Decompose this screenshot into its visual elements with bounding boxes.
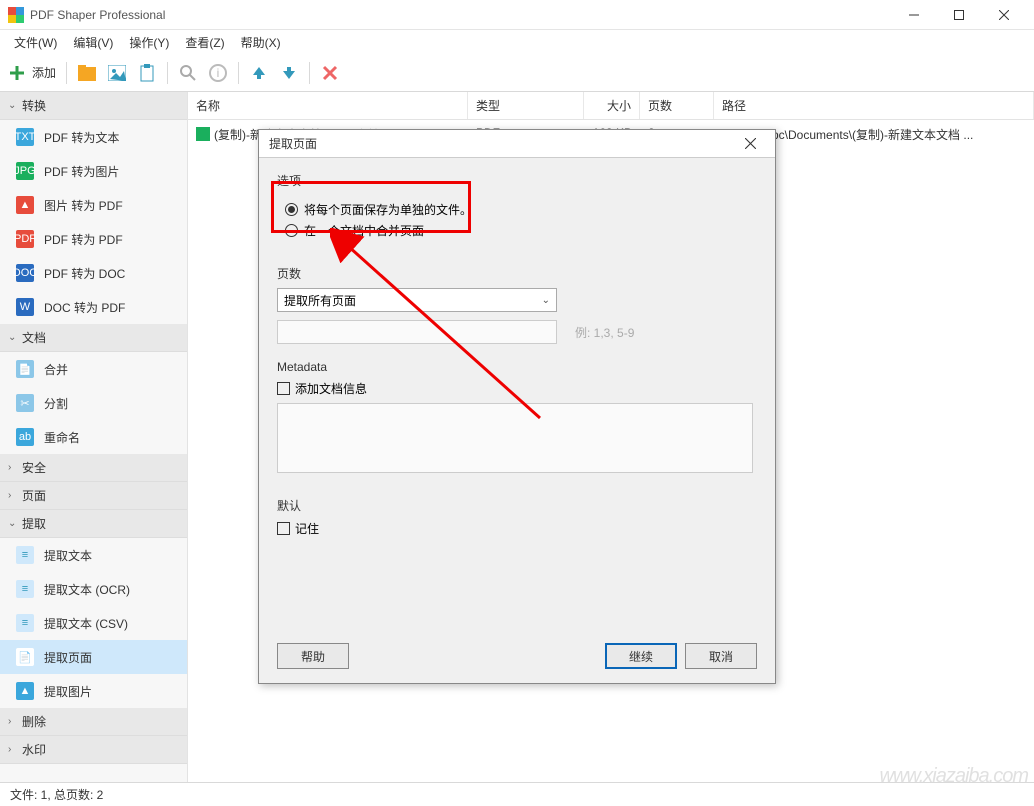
dialog-title: 提取页面 xyxy=(269,135,735,152)
clipboard-icon[interactable] xyxy=(137,63,157,83)
separator xyxy=(66,62,67,84)
default-legend: 默认 xyxy=(277,497,757,514)
menubar: 文件(W) 编辑(V) 操作(Y) 查看(Z) 帮助(X) xyxy=(0,30,1034,54)
info-icon[interactable]: i xyxy=(208,63,228,83)
watermark: www.xiazaiba.com xyxy=(879,765,1028,788)
sidebar-item-extract-images[interactable]: ▲提取图片 xyxy=(0,674,187,708)
delete-icon[interactable] xyxy=(320,63,340,83)
checkbox-add-doc-info[interactable]: 添加文档信息 xyxy=(277,380,757,397)
radio-icon xyxy=(285,203,298,216)
group-watermark[interactable]: ›水印 xyxy=(0,736,187,764)
sidebar-item-image-to-pdf[interactable]: ▲图片 转为 PDF xyxy=(0,188,187,222)
app-logo-icon xyxy=(8,7,24,23)
sidebar-item-doc-to-pdf[interactable]: WDOC 转为 PDF xyxy=(0,290,187,324)
metadata-legend: Metadata xyxy=(277,360,757,374)
separator xyxy=(309,62,310,84)
image-icon[interactable] xyxy=(107,63,127,83)
radio-icon xyxy=(285,224,298,237)
separator xyxy=(238,62,239,84)
group-delete[interactable]: ›删除 xyxy=(0,708,187,736)
sidebar-item-merge[interactable]: 📄合并 xyxy=(0,352,187,386)
pages-legend: 页数 xyxy=(277,265,757,282)
metadata-textarea[interactable] xyxy=(277,403,753,473)
window-title: PDF Shaper Professional xyxy=(30,8,891,22)
folder-icon[interactable] xyxy=(77,63,97,83)
checkbox-icon xyxy=(277,522,290,535)
pdf-file-icon xyxy=(196,127,210,141)
separator xyxy=(167,62,168,84)
extract-pages-dialog: 提取页面 选项 将每个页面保存为单独的文件。 在一个文档中合并页面 页数 提取所… xyxy=(258,129,776,684)
pages-input[interactable] xyxy=(277,320,557,344)
sidebar: ⌄转换 TXTPDF 转为文本 JPGPDF 转为图片 ▲图片 转为 PDF P… xyxy=(0,92,188,782)
titlebar: PDF Shaper Professional xyxy=(0,0,1034,30)
chevron-down-icon: ⌄ xyxy=(542,295,550,306)
sidebar-item-pdf-to-pdf[interactable]: PDFPDF 转为 PDF xyxy=(0,222,187,256)
group-convert[interactable]: ⌄转换 xyxy=(0,92,187,120)
group-extract[interactable]: ⌄提取 xyxy=(0,510,187,538)
group-page[interactable]: ›页面 xyxy=(0,482,187,510)
close-button[interactable] xyxy=(981,1,1026,29)
sidebar-item-extract-pages[interactable]: 📄提取页面 xyxy=(0,640,187,674)
col-pages[interactable]: 页数 xyxy=(640,92,714,119)
radio-merge-one[interactable]: 在一个文档中合并页面 xyxy=(285,220,749,241)
sidebar-item-pdf-to-image[interactable]: JPGPDF 转为图片 xyxy=(0,154,187,188)
pages-select[interactable]: 提取所有页面⌄ xyxy=(277,288,557,312)
dialog-titlebar: 提取页面 xyxy=(259,130,775,158)
dialog-close-button[interactable] xyxy=(735,132,765,156)
plus-icon xyxy=(8,64,26,82)
svg-text:i: i xyxy=(217,66,220,80)
pages-placeholder: 例: 1,3, 5-9 xyxy=(575,324,634,341)
menu-help[interactable]: 帮助(X) xyxy=(233,31,289,54)
checkbox-icon xyxy=(277,382,290,395)
col-path[interactable]: 路径 xyxy=(714,92,1034,119)
continue-button[interactable]: 继续 xyxy=(605,643,677,669)
menu-view[interactable]: 查看(Z) xyxy=(177,31,232,54)
cancel-button[interactable]: 取消 xyxy=(685,643,757,669)
sidebar-item-pdf-to-text[interactable]: TXTPDF 转为文本 xyxy=(0,120,187,154)
down-icon[interactable] xyxy=(279,63,299,83)
radio-save-separate[interactable]: 将每个页面保存为单独的文件。 xyxy=(285,199,749,220)
sidebar-item-extract-text[interactable]: ≡提取文本 xyxy=(0,538,187,572)
up-icon[interactable] xyxy=(249,63,269,83)
search-icon[interactable] xyxy=(178,63,198,83)
sidebar-item-extract-csv[interactable]: ≡提取文本 (CSV) xyxy=(0,606,187,640)
group-document[interactable]: ⌄文档 xyxy=(0,324,187,352)
group-security[interactable]: ›安全 xyxy=(0,454,187,482)
sidebar-item-split[interactable]: ✂分割 xyxy=(0,386,187,420)
toolbar: 添加 i xyxy=(0,54,1034,92)
col-name[interactable]: 名称 xyxy=(188,92,468,119)
status-text: 文件: 1, 总页数: 2 xyxy=(10,786,103,803)
sidebar-item-pdf-to-doc[interactable]: DOCPDF 转为 DOC xyxy=(0,256,187,290)
menu-file[interactable]: 文件(W) xyxy=(6,31,65,54)
menu-edit[interactable]: 编辑(V) xyxy=(65,31,121,54)
add-button[interactable]: 添加 xyxy=(8,64,56,82)
options-legend: 选项 xyxy=(277,172,757,189)
sidebar-item-extract-ocr[interactable]: ≡提取文本 (OCR) xyxy=(0,572,187,606)
maximize-button[interactable] xyxy=(936,1,981,29)
minimize-button[interactable] xyxy=(891,1,936,29)
col-type[interactable]: 类型 xyxy=(468,92,584,119)
checkbox-remember[interactable]: 记住 xyxy=(277,520,757,537)
list-header: 名称 类型 大小 页数 路径 xyxy=(188,92,1034,120)
col-size[interactable]: 大小 xyxy=(584,92,640,119)
help-button[interactable]: 帮助 xyxy=(277,643,349,669)
add-label: 添加 xyxy=(32,64,56,81)
menu-action[interactable]: 操作(Y) xyxy=(121,31,177,54)
sidebar-item-rename[interactable]: ab重命名 xyxy=(0,420,187,454)
